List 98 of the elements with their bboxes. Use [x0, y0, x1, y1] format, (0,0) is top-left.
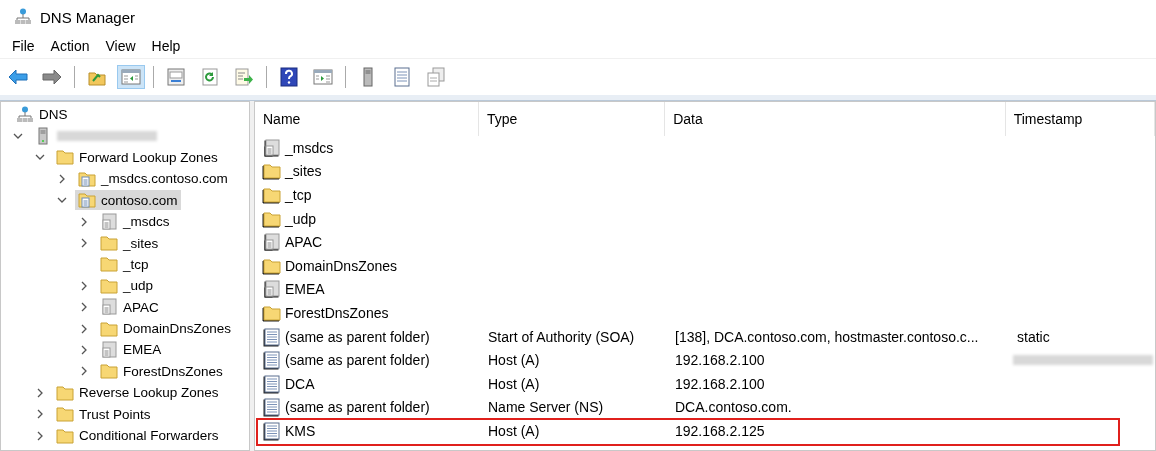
chevron-icon[interactable]	[79, 238, 89, 249]
table-cell: [138], DCA.contoso.com, hostmaster.contoso.c...	[675, 328, 979, 345]
document-folder-icon	[100, 212, 118, 231]
folder-document-icon	[78, 191, 96, 210]
tree-item[interactable]: _tcp	[97, 254, 152, 275]
folder-icon	[56, 426, 74, 445]
document-folder-icon	[100, 341, 118, 359]
chevron-icon[interactable]	[79, 302, 89, 313]
table-cell: Host (A)	[488, 352, 540, 369]
table-cell: DCA	[285, 375, 315, 392]
menu-item[interactable]: View	[99, 36, 142, 56]
column-header[interactable]: Name	[255, 102, 479, 136]
table-cell: _sites	[285, 163, 322, 180]
folder-icon	[56, 383, 74, 402]
tree-item[interactable]: APAC	[97, 297, 162, 318]
folder-icon	[263, 209, 281, 228]
table-cell: ForestDnsZones	[285, 304, 389, 321]
record-icon	[263, 327, 281, 346]
chevron-icon[interactable]	[79, 280, 89, 291]
table-cell: DCA.contoso.com.	[675, 399, 792, 416]
tree-item[interactable]: ForestDnsZones	[97, 361, 226, 382]
tree-item[interactable]: Conditional Forwarders	[53, 425, 222, 446]
refresh-icon	[200, 68, 220, 86]
chevron-icon[interactable]	[35, 430, 45, 441]
tree-item[interactable]: EMEA	[97, 340, 165, 360]
table-cell: 192.168.2.100	[675, 375, 765, 392]
table-cell: _udp	[285, 210, 317, 227]
help-icon	[279, 67, 299, 87]
export-list-icon	[234, 68, 254, 86]
forward-arrow-icon	[42, 68, 62, 86]
tree-item[interactable]: DNS	[13, 104, 71, 125]
table-cell: static	[1017, 328, 1050, 345]
folder-icon	[263, 256, 281, 275]
chevron-icon[interactable]	[79, 323, 89, 334]
chevron-icon[interactable]	[79, 345, 89, 355]
folder-icon	[263, 186, 281, 204]
column-header[interactable]: Type	[479, 102, 666, 136]
chevron-icon[interactable]	[35, 409, 45, 420]
table-cell: (same as parent folder)	[285, 399, 430, 416]
record-icon	[263, 421, 281, 440]
column-header[interactable]: Timestamp	[1005, 102, 1155, 136]
record-icon	[263, 351, 281, 370]
back-arrow-icon	[8, 68, 28, 86]
folder-document-icon	[78, 169, 96, 188]
column-header[interactable]: Data	[665, 102, 1006, 136]
table-cell: _msdcs	[285, 139, 334, 156]
tree-item[interactable]: _udp	[97, 275, 157, 296]
table-cell: EMEA	[285, 281, 325, 298]
tree-item[interactable]: Forward Lookup Zones	[53, 147, 221, 168]
folder-icon	[100, 319, 118, 338]
document-folder-icon	[263, 280, 281, 299]
table-cell: KMS	[285, 422, 316, 439]
copy-icon	[426, 67, 446, 87]
tree-item[interactable]: _sites	[97, 233, 162, 254]
table-cell: (same as parent folder)	[285, 328, 430, 345]
folder-icon	[263, 303, 281, 322]
document-folder-icon	[263, 138, 281, 157]
table-cell: APAC	[285, 234, 323, 251]
folder-icon	[100, 276, 118, 295]
chevron-icon[interactable]	[35, 387, 45, 398]
list-icon	[392, 67, 412, 87]
tree-item[interactable]: _msdcs.contoso.com	[75, 168, 231, 189]
record-icon	[263, 398, 281, 417]
table-cell: DomainDnsZones	[285, 257, 398, 274]
table-cell: Name Server (NS)	[488, 399, 604, 416]
table-cell: _tcp	[285, 187, 312, 203]
folder-icon	[100, 362, 118, 381]
document-folder-icon	[100, 298, 118, 317]
folder-icon	[263, 162, 281, 181]
folder-icon	[100, 234, 118, 253]
tree-item[interactable]: _msdcs	[97, 211, 173, 232]
network-icon	[14, 8, 32, 26]
table-cell: 192.168.2.100	[675, 352, 765, 369]
table-cell: 192.168.2.125	[675, 422, 765, 439]
folder-icon	[56, 148, 74, 167]
chevron-icon[interactable]	[57, 173, 67, 184]
network-icon	[16, 105, 34, 124]
chevron-icon[interactable]	[79, 366, 89, 377]
tree-item[interactable]: Reverse Lookup Zones	[53, 382, 222, 403]
menu-item[interactable]: Action	[44, 36, 96, 56]
table-cell: Host (A)	[488, 375, 540, 392]
tree-item[interactable]: contoso.com	[75, 190, 181, 211]
table-cell: Start of Authority (SOA)	[488, 328, 635, 345]
table-cell: Host (A)	[488, 422, 540, 439]
action-pane-icon	[313, 68, 333, 86]
window-icon	[166, 68, 186, 86]
menu-item[interactable]: Help	[145, 36, 187, 56]
menu-item[interactable]: File	[6, 36, 41, 56]
window-title: DNS Manager	[40, 8, 136, 26]
tree-item[interactable]: DomainDnsZones	[97, 318, 235, 339]
console-tree-icon	[121, 68, 141, 86]
record-icon	[263, 374, 281, 393]
tree-item[interactable]: Trust Points	[53, 404, 154, 425]
folder-icon	[56, 405, 74, 424]
table-cell: (same as parent folder)	[285, 352, 430, 369]
folder-icon	[100, 255, 118, 274]
document-folder-icon	[263, 233, 281, 252]
chevron-icon[interactable]	[79, 216, 89, 227]
